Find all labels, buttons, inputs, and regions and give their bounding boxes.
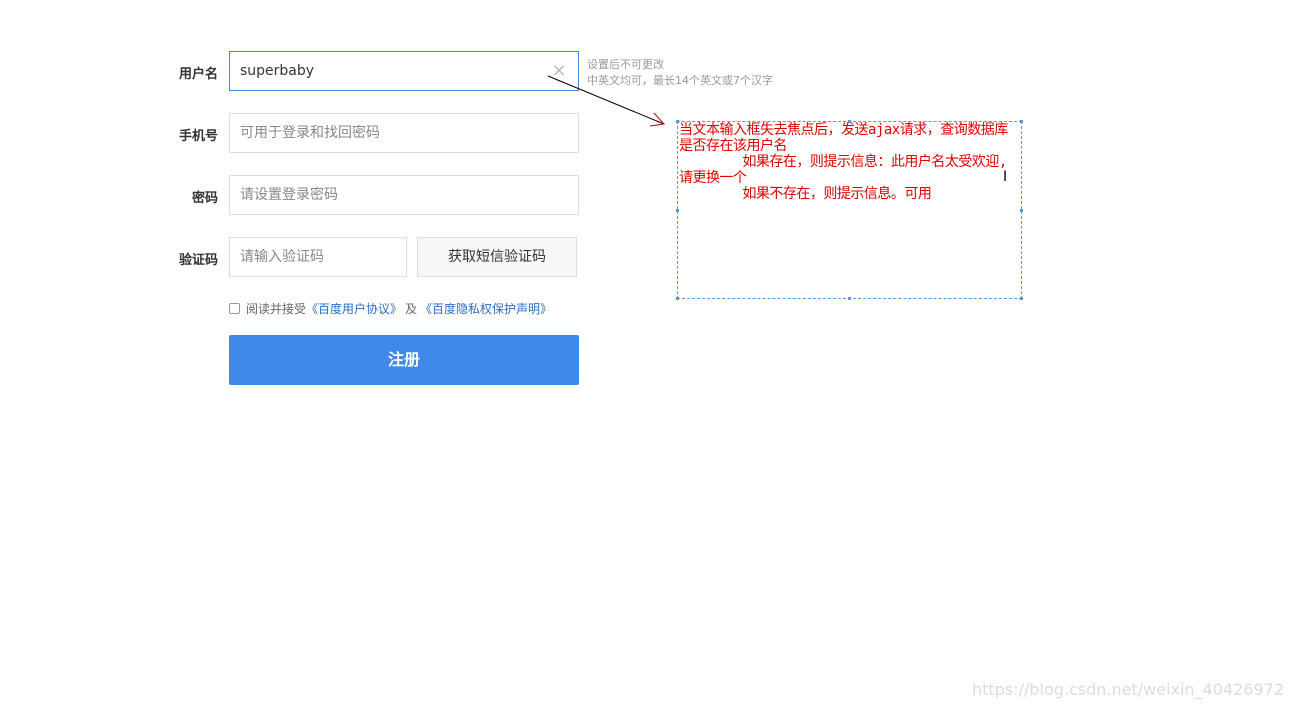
code-label: 验证码 [178,253,218,268]
code-field[interactable] [229,237,407,277]
resize-handle[interactable] [676,209,679,212]
watermark: https://blog.csdn.net/weixin_40426972 [971,680,1284,699]
phone-field[interactable] [229,113,579,153]
agreement-separator: 及 [405,302,418,316]
username-label: 用户名 [178,67,218,82]
resize-handle[interactable] [1020,297,1023,300]
user-agreement-link[interactable]: 《百度用户协议》 [306,300,402,317]
annotation-arrow [547,75,666,127]
resize-handle[interactable] [848,297,851,300]
password-input[interactable] [230,176,578,214]
resize-handle[interactable] [1020,209,1023,212]
phone-label: 手机号 [178,129,218,144]
annotation-text[interactable]: 当文本输入框失去焦点后，发送ajax请求，查询数据库是否存在该用户名 如果存在，… [679,122,1019,202]
resize-handle[interactable] [1020,120,1023,123]
username-input[interactable] [230,52,578,90]
code-input[interactable] [230,238,406,276]
password-label: 密码 [191,191,218,206]
privacy-statement-link[interactable]: 《百度隐私权保护声明》 [420,300,552,317]
text-cursor-icon: I [1003,169,1008,185]
username-field[interactable]: × [229,51,579,91]
get-sms-code-button[interactable]: 获取短信验证码 [417,237,577,277]
username-hint-line1: 设置后不可更改 [587,58,664,71]
agreement-row: 阅读并接受 《百度用户协议》 及 《百度隐私权保护声明》 [229,300,552,317]
agreement-prefix: 阅读并接受 [246,302,307,316]
clear-icon[interactable]: × [550,61,568,81]
password-field[interactable] [229,175,579,215]
resize-handle[interactable] [676,297,679,300]
username-hint-line2: 中英文均可，最长14个英文或7个汉字 [587,74,773,87]
agreement-checkbox[interactable] [229,303,240,314]
username-hint: 设置后不可更改 中英文均可，最长14个英文或7个汉字 [587,57,773,89]
phone-input[interactable] [230,114,578,152]
register-button[interactable]: 注册 [229,335,579,385]
